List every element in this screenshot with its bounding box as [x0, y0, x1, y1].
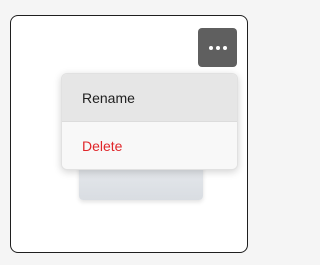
- menu-item-rename[interactable]: Rename: [62, 74, 237, 122]
- context-menu: Rename Delete: [61, 73, 238, 170]
- more-horizontal-icon: [208, 45, 227, 50]
- menu-item-label: Rename: [82, 89, 135, 106]
- more-options-button[interactable]: [198, 28, 237, 67]
- menu-item-label: Delete: [82, 138, 123, 154]
- menu-item-delete[interactable]: Delete: [62, 122, 237, 169]
